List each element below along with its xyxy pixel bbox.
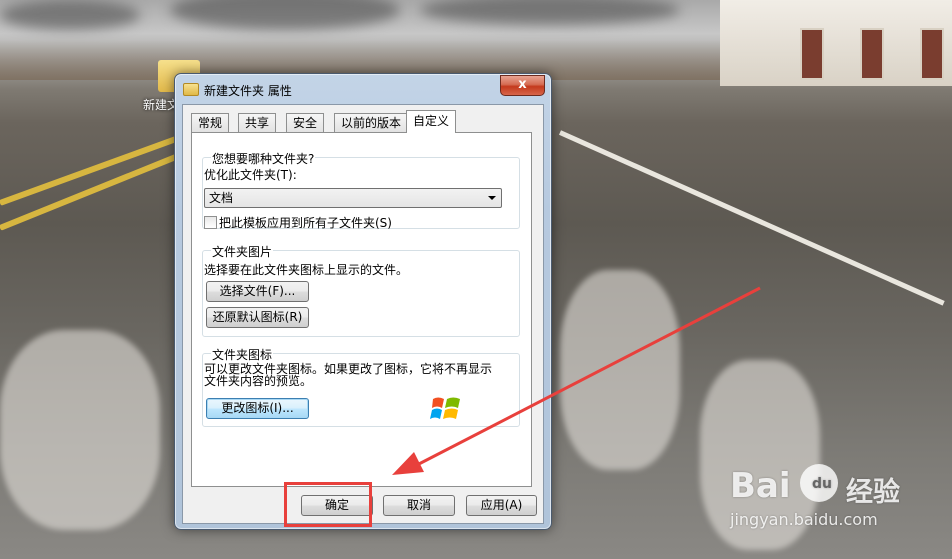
watermark-brand: Bai [730, 466, 791, 506]
baidu-watermark: Bai du 经验 jingyan.baidu.com [728, 458, 928, 538]
watermark-url: jingyan.baidu.com [730, 510, 878, 529]
watermark-cn: 经验 [846, 477, 900, 508]
watermark-brand-suffix: du [812, 476, 832, 492]
tab-customize[interactable]: 自定义 [406, 110, 457, 133]
